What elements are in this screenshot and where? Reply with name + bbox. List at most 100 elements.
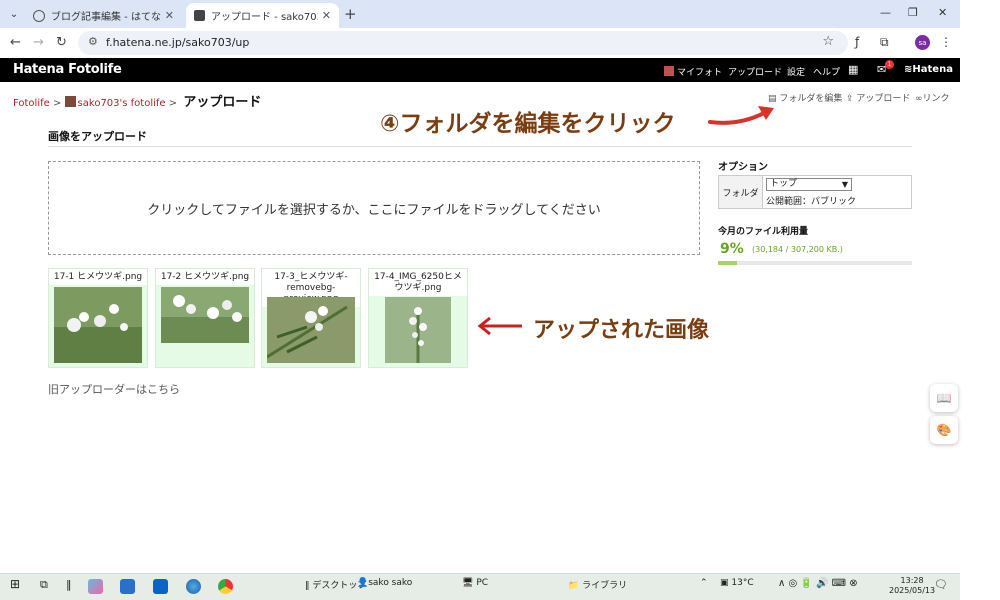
reload-icon[interactable]: ↻ <box>56 35 67 50</box>
flower-photo-4 <box>385 297 451 363</box>
clock-date: 2025/05/13 <box>889 586 936 595</box>
upload-link-label: アップロード <box>856 94 911 104</box>
tab-close-icon[interactable]: ✕ <box>322 9 331 22</box>
browser-toolbar: ← → ↻ ⚙ f.hatena.ne.jp/sako703/up ☆ ƒ ⧉ … <box>0 28 960 58</box>
thumbnail-item[interactable]: 17-4_IMG_6250ヒメウツギ.png <box>368 268 468 368</box>
hatena-header: Hatena Fotolife マイフォト アップロード 設定 ヘルプ ▦ ✉ … <box>0 58 960 82</box>
browser-menu-icon[interactable]: ⋮ <box>940 35 952 49</box>
edge-icon[interactable] <box>186 579 201 594</box>
folder-select[interactable]: トップ ▼ <box>766 178 852 191</box>
nav-myphoto[interactable]: マイフォト <box>664 65 722 78</box>
outlook-icon[interactable] <box>153 579 168 594</box>
windows-taskbar: ⊞ ⧉ ‖ ‖ デスクトップ 👤sako sako 🖥 PC 📁 ライブラリ ⌃… <box>0 573 960 600</box>
edit-folder-label: フォルダを編集 <box>779 94 843 104</box>
usage-title: 今月のファイル利用量 <box>718 227 809 237</box>
breadcrumb-user[interactable]: sako703's fotolife <box>78 98 166 109</box>
pc-icon: 🖥 <box>462 578 474 588</box>
bookmark-star-icon[interactable]: ☆ <box>822 34 834 49</box>
options-title: オプション <box>718 162 768 173</box>
restore-icon[interactable]: ❐ <box>908 6 918 19</box>
site-info-icon[interactable]: ⚙ <box>88 35 98 48</box>
link-icon: ∞ <box>915 94 923 104</box>
thumbnail-item[interactable]: 17-3_ヒメウツギ-removebg-preview.png <box>261 268 361 368</box>
back-icon[interactable]: ← <box>10 35 21 50</box>
chevron-down-icon: ▼ <box>841 180 848 189</box>
separator-icon: ‖ <box>66 578 72 591</box>
user-icon: 👤 <box>357 578 369 588</box>
store-icon[interactable] <box>120 579 135 594</box>
notification-badge: 1 <box>885 60 894 69</box>
url-text: f.hatena.ne.jp/sako703/up <box>106 36 250 49</box>
chrome-icon[interactable] <box>218 579 233 594</box>
taskbar-user[interactable]: 👤sako sako <box>357 578 412 588</box>
tray-icons[interactable]: ∧ ◎ 🔋 🔊 ⌨ ⊗ <box>778 578 858 589</box>
link-label: リンク <box>922 94 950 104</box>
thumbnail-name: 17-4_IMG_6250ヒメウツギ.png <box>369 269 467 296</box>
taskbar-user-label: sako sako <box>368 578 413 588</box>
nav-myphoto-label: マイフォト <box>677 68 723 78</box>
minimize-icon[interactable]: — <box>880 6 891 19</box>
breadcrumb: Fotolife > sako703's fotolife > アップロード <box>13 95 262 110</box>
annotation-arrow-up-right-icon <box>708 106 774 125</box>
file-dropzone[interactable]: クリックしてファイルを選択するか、ここにファイルをドラッグしてください <box>48 161 700 255</box>
hatena-brand[interactable]: ≋Hatena <box>904 64 953 75</box>
task-view-icon[interactable]: ⧉ <box>40 578 48 592</box>
folder-icon: 📁 <box>568 581 580 591</box>
windows-start-icon[interactable]: ⊞ <box>10 577 20 591</box>
copilot-icon[interactable] <box>88 579 103 594</box>
apps-grid-icon[interactable]: ▦ <box>848 63 858 76</box>
taskbar-library-label: ライブラリ <box>582 581 628 591</box>
options-box: フォルダ トップ ▼ 公開範囲：パブリック <box>718 175 912 209</box>
edit-folder-link[interactable]: ▤ フォルダを編集 <box>768 91 842 104</box>
page-title: アップロード <box>183 95 262 110</box>
clock[interactable]: 13:28 2025/05/13 <box>889 576 935 596</box>
taskbar-pc[interactable]: 🖥 PC <box>462 578 488 588</box>
dropzone-text: クリックしてファイルを選択するか、ここにファイルをドラッグしてください <box>147 202 601 218</box>
flower-photo-3 <box>267 297 355 363</box>
address-bar[interactable]: ⚙ f.hatena.ne.jp/sako703/up ☆ <box>78 31 848 55</box>
tab-title: アップロード - sako703's fotolife <box>211 12 318 23</box>
thumbnail-item[interactable]: 17-1 ヒメウツギ.png <box>48 268 148 368</box>
old-uploader-link[interactable]: 旧アップローダーはこちら <box>48 381 180 397</box>
extensions-puzzle-icon[interactable]: ⧉ <box>880 35 889 50</box>
new-tab-icon[interactable]: + <box>344 5 357 23</box>
tab-search-icon[interactable]: ⌄ <box>5 5 23 23</box>
user-avatar <box>64 96 76 107</box>
tab-blog-editor[interactable]: ブログ記事編集 - はてなブログ ✕ <box>25 3 182 28</box>
link-link[interactable]: ∞リンク <box>915 91 950 104</box>
weather-icon: ▣ <box>720 578 729 588</box>
nav-upload[interactable]: アップロード <box>728 65 782 78</box>
taskbar-pc-label: PC <box>476 578 489 588</box>
thumbnail-item[interactable]: 17-2 ヒメウツギ.png <box>155 268 255 368</box>
clock-time: 13:28 <box>900 576 924 585</box>
fotolife-logo[interactable]: Hatena Fotolife <box>13 62 122 77</box>
notification-center-icon[interactable]: 🗨 <box>934 578 948 591</box>
divider <box>48 146 912 147</box>
show-hidden-icon[interactable]: ⌃ <box>700 578 708 588</box>
usage-detail: (30,184 / 307,200 KB.) <box>752 245 843 254</box>
section-title: 画像をアップロード <box>48 130 147 143</box>
hatena-blog-favicon-icon <box>33 9 45 22</box>
folder-label: フォルダ <box>719 176 763 208</box>
tab-close-icon[interactable]: ✕ <box>165 9 174 22</box>
window-close-icon[interactable]: ✕ <box>938 6 947 19</box>
nav-help[interactable]: ヘルプ <box>813 65 840 78</box>
taskbar-library[interactable]: 📁 ライブラリ <box>568 578 627 591</box>
extension-f-icon[interactable]: ƒ <box>855 35 859 49</box>
nav-settings[interactable]: 設定 <box>787 65 805 78</box>
forward-icon[interactable]: → <box>33 35 44 50</box>
reading-mode-book-icon[interactable]: 📖 <box>930 384 958 412</box>
upload-link[interactable]: ⇪ アップロード <box>846 91 910 104</box>
tab-fotolife-upload[interactable]: アップロード - sako703's fotolife ✕ <box>186 3 339 28</box>
upload-icon: ⇪ <box>846 94 854 104</box>
breadcrumb-fotolife[interactable]: Fotolife <box>13 98 50 109</box>
annotation-step4: ④フォルダを編集をクリック <box>380 111 676 137</box>
hatena-brand-label: Hatena <box>912 64 953 75</box>
weather-widget[interactable]: ▣ 13°C <box>720 578 754 588</box>
annotation-uploaded: アップされた画像 <box>533 318 710 343</box>
profile-avatar[interactable]: sa <box>915 35 930 50</box>
myphoto-icon <box>664 66 674 76</box>
color-palette-icon[interactable]: 🎨 <box>930 416 958 444</box>
flower-photo-1 <box>54 287 142 363</box>
browser-tab-strip: ⌄ ブログ記事編集 - はてなブログ ✕ アップロード - sako703's … <box>0 0 960 28</box>
